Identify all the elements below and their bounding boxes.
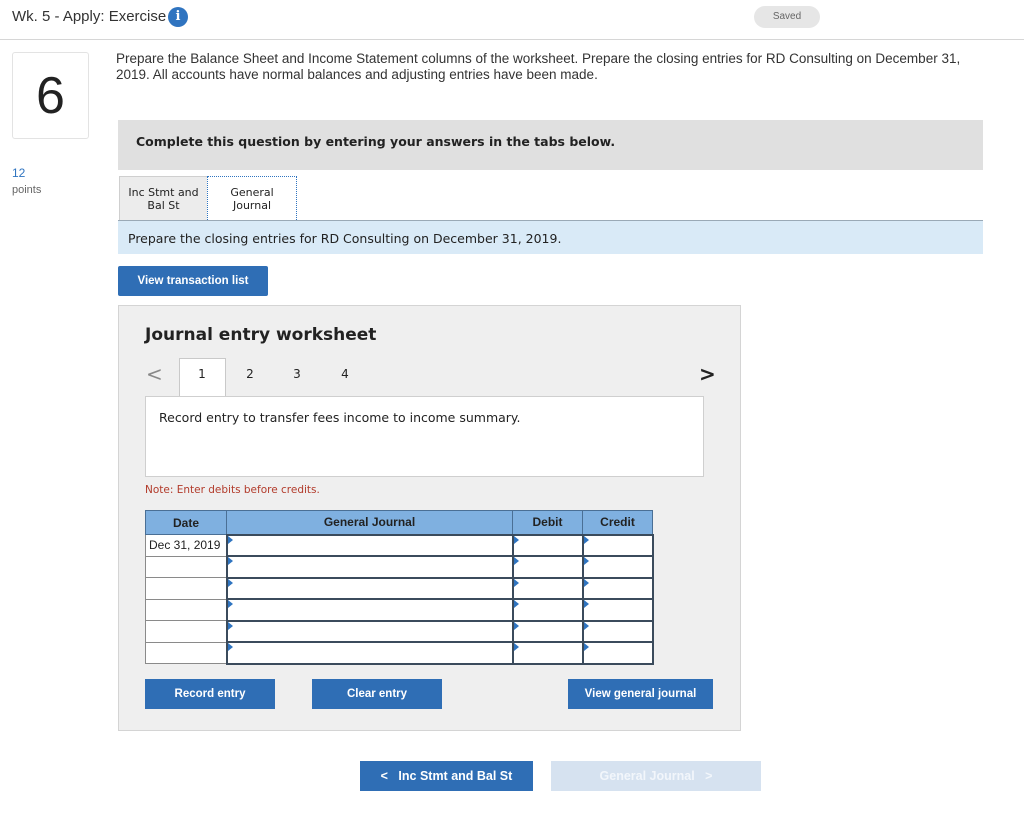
subtitle-text: Prepare the closing entries for RD Consu… — [128, 231, 562, 246]
credit-input[interactable] — [581, 641, 654, 665]
input-marker-icon — [513, 600, 519, 608]
info-icon[interactable]: i — [168, 7, 188, 27]
credit-input[interactable] — [581, 576, 654, 600]
table-row — [145, 576, 654, 600]
header-divider — [0, 39, 1024, 40]
view-general-journal-button[interactable]: View general journal — [568, 679, 713, 709]
dropdown-marker-icon — [227, 557, 233, 565]
account-select[interactable] — [225, 533, 514, 557]
points-value: 12 — [12, 166, 26, 180]
input-marker-icon — [513, 557, 519, 565]
next-tab-button: General Journal > — [551, 761, 761, 791]
view-transaction-list-button[interactable]: View transaction list — [118, 266, 268, 296]
question-prompt: Prepare the Balance Sheet and Income Sta… — [116, 51, 961, 82]
table-row — [145, 619, 654, 643]
account-select[interactable] — [225, 576, 514, 600]
credit-input[interactable] — [581, 533, 654, 557]
input-marker-icon — [513, 578, 519, 587]
dropdown-marker-icon — [227, 621, 233, 630]
date-cell[interactable] — [145, 555, 227, 578]
date-cell[interactable] — [145, 620, 227, 643]
chevron-right-icon: > — [705, 769, 713, 783]
next-tab-label: General Journal — [599, 769, 695, 783]
input-marker-icon — [583, 578, 589, 587]
saved-status-badge: Saved — [754, 6, 820, 28]
date-cell[interactable]: Dec 31, 2019 — [145, 534, 227, 557]
points-label: points — [12, 184, 42, 196]
debit-input[interactable] — [511, 533, 584, 557]
table-row — [145, 598, 654, 622]
col-header-date: Date — [145, 510, 227, 535]
account-select[interactable] — [225, 619, 514, 643]
step-4-button[interactable]: 4 — [335, 367, 355, 381]
table-row — [145, 555, 654, 579]
prev-tab-label: Inc Stmt and Bal St — [398, 769, 513, 783]
input-marker-icon — [513, 643, 519, 651]
input-marker-icon — [513, 535, 519, 544]
chevron-left-icon[interactable]: < — [146, 362, 163, 386]
step-1-button[interactable]: 1 — [192, 367, 212, 381]
tab-label-line1: Inc Stmt and — [128, 186, 199, 199]
debit-input[interactable] — [511, 598, 584, 622]
debit-input[interactable] — [511, 576, 584, 600]
table-row — [145, 641, 654, 665]
input-marker-icon — [583, 535, 589, 544]
input-marker-icon — [583, 621, 589, 630]
tab-label-line2: Journal — [232, 199, 272, 212]
prev-tab-button[interactable]: < Inc Stmt and Bal St — [360, 761, 533, 791]
tab-inc-stmt-bal-st[interactable]: Inc Stmt and Bal St — [119, 176, 208, 220]
journal-table: Date General Journal Debit Credit Dec 31… — [145, 510, 654, 665]
step-3-button[interactable]: 3 — [287, 367, 307, 381]
col-header-general-journal: General Journal — [226, 510, 513, 535]
dropdown-marker-icon — [227, 600, 233, 608]
clear-entry-button[interactable]: Clear entry — [312, 679, 442, 709]
tab-label-line2: Bal St — [147, 199, 180, 212]
question-number: 6 — [12, 52, 89, 139]
input-marker-icon — [583, 600, 589, 608]
input-marker-icon — [583, 557, 589, 565]
debit-input[interactable] — [511, 555, 584, 579]
dropdown-marker-icon — [227, 535, 233, 544]
input-marker-icon — [513, 621, 519, 630]
instructions-text: Complete this question by entering your … — [136, 134, 616, 149]
tab-label-line1: General — [230, 186, 274, 199]
input-marker-icon — [583, 643, 589, 651]
col-header-credit: Credit — [582, 510, 653, 535]
journal-table-header: Date General Journal Debit Credit — [145, 510, 653, 535]
credit-input[interactable] — [581, 598, 654, 622]
credit-input[interactable] — [581, 619, 654, 643]
debit-input[interactable] — [511, 619, 584, 643]
dropdown-marker-icon — [227, 578, 233, 587]
account-select[interactable] — [225, 641, 514, 665]
debit-input[interactable] — [511, 641, 584, 665]
date-cell[interactable] — [145, 598, 227, 621]
tab-general-journal[interactable]: General Journal — [207, 176, 297, 222]
date-cell[interactable] — [145, 641, 227, 664]
assignment-title: Wk. 5 - Apply: Exercise — [12, 8, 167, 25]
account-select[interactable] — [225, 598, 514, 622]
entry-description-box — [145, 396, 704, 477]
chevron-right-icon[interactable]: > — [699, 362, 716, 386]
worksheet-title: Journal entry worksheet — [145, 325, 377, 345]
entry-description: Record entry to transfer fees income to … — [159, 410, 521, 425]
credit-input[interactable] — [581, 555, 654, 579]
chevron-left-icon: < — [380, 769, 388, 783]
dropdown-marker-icon — [227, 643, 233, 651]
col-header-debit: Debit — [512, 510, 583, 535]
account-select[interactable] — [225, 555, 514, 579]
note-text: Note: Enter debits before credits. — [145, 484, 320, 496]
step-2-button[interactable]: 2 — [240, 367, 260, 381]
table-row: Dec 31, 2019 — [145, 533, 654, 557]
record-entry-button[interactable]: Record entry — [145, 679, 275, 709]
date-cell[interactable] — [145, 577, 227, 600]
